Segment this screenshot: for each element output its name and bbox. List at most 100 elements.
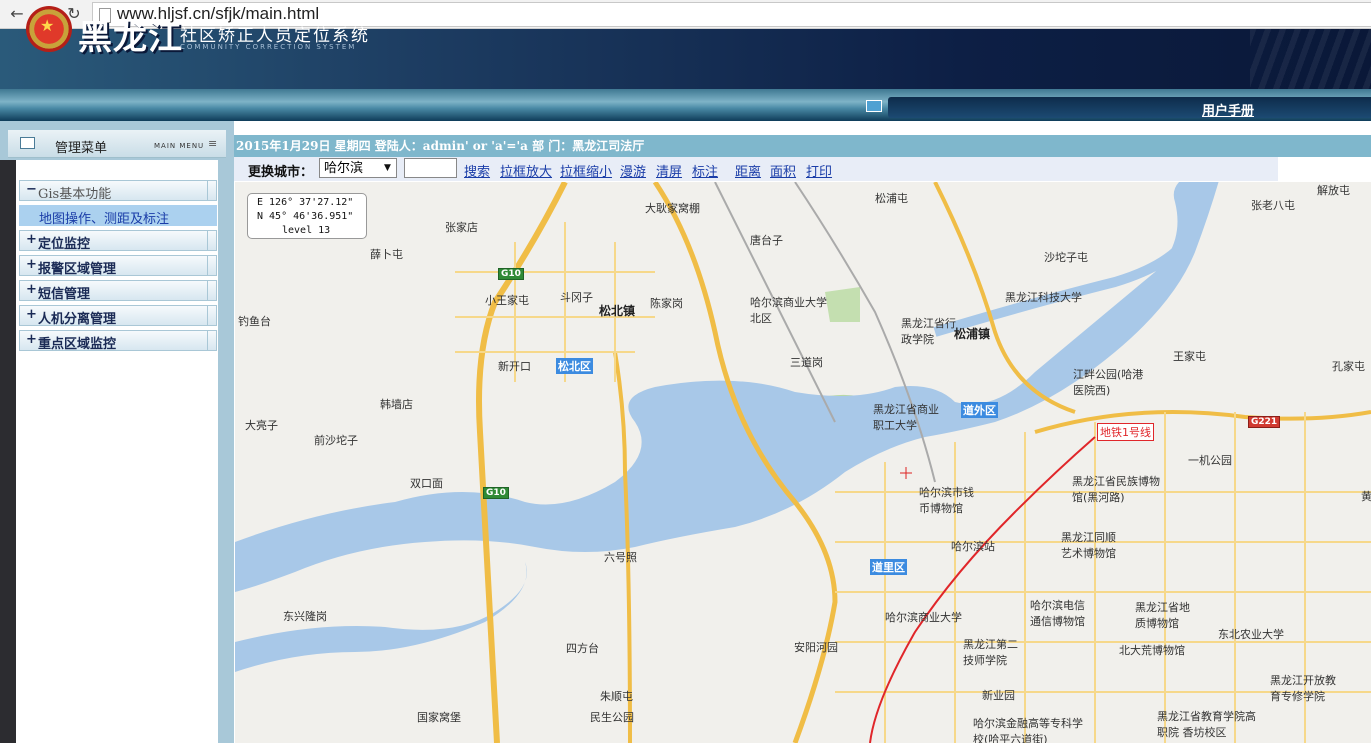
map-label: 黑龙江省民族博物馆(黑河路) <box>1072 475 1160 504</box>
map-label: 黑龙江开放教育专修学院 <box>1270 674 1336 703</box>
district-label: 松北区 <box>556 358 593 374</box>
expand-icon: + <box>26 282 37 297</box>
highway-shield: G10 <box>483 487 509 499</box>
menu-item-gis[interactable]: − Gis基本功能 <box>19 180 217 202</box>
map-label: 钓鱼台 <box>238 315 271 328</box>
map-label: 黑龙江省行政学院 <box>901 317 956 346</box>
menu-item-label: Gis基本功能 <box>38 187 112 202</box>
annotate-link[interactable]: 标注 <box>692 161 718 180</box>
menu-item-key-area[interactable]: + 重点区域监控 <box>19 330 217 352</box>
map-label: 薛卜屯 <box>370 248 403 261</box>
park-area <box>825 287 860 322</box>
menu-lines-icon[interactable]: ≡ <box>208 137 217 150</box>
menu-item-label: 定位监控 <box>38 237 91 252</box>
monitor-icon <box>866 100 882 112</box>
back-arrow-icon[interactable]: ← <box>6 3 28 25</box>
distance-link[interactable]: 距离 <box>735 161 761 180</box>
district-label: 道里区 <box>870 559 907 575</box>
banner-decoration <box>1250 29 1371 89</box>
map-label: 黑龙江省商业职工大学 <box>873 403 939 432</box>
map-label: 哈尔滨市钱币博物馆 <box>919 486 974 515</box>
highway-shield: G221 <box>1248 416 1281 428</box>
search-link[interactable]: 搜索 <box>464 161 490 180</box>
map-label: 小王家屯 <box>485 294 529 307</box>
map-label: 安阳河园 <box>794 641 838 654</box>
river-branch <box>235 562 527 672</box>
map-label: 孔家屯 <box>1332 360 1365 373</box>
map-label: 东兴隆岗 <box>283 610 327 623</box>
city-label: 更换城市： <box>248 165 314 180</box>
longitude-text: E 126° 37'27.12" <box>257 197 354 208</box>
map-label: 国家窝堡 <box>417 711 461 724</box>
expand-icon: + <box>26 332 37 347</box>
map-label: 黑龙江省地质博物馆 <box>1135 601 1190 630</box>
map-label: 黑龙江省教育学院高职院 香坊校区 <box>1157 710 1256 739</box>
menu-item-separation[interactable]: + 人机分离管理 <box>19 305 217 327</box>
area-link[interactable]: 面积 <box>770 161 796 180</box>
map-label: 新业园 <box>982 689 1015 702</box>
left-edge-strip <box>0 160 16 743</box>
expand-icon: + <box>26 232 37 247</box>
zoom-level-text: level 13 <box>282 225 331 236</box>
pan-link[interactable]: 漫游 <box>620 161 646 180</box>
map-label: 北大荒博物馆 <box>1119 644 1185 657</box>
map-label: 江畔公园(哈港医院西) <box>1073 368 1144 397</box>
map-label: 六号照 <box>604 551 637 564</box>
map-label: 四方台 <box>566 642 599 655</box>
map-label: 张家店 <box>445 221 478 234</box>
zoom-out-box-link[interactable]: 拉框缩小 <box>560 161 612 180</box>
panel-icon <box>20 137 35 149</box>
zoom-in-box-link[interactable]: 拉框放大 <box>500 161 552 180</box>
collapse-icon: − <box>26 182 37 197</box>
highway-shield: G10 <box>498 268 524 280</box>
menu-item-sms[interactable]: + 短信管理 <box>19 280 217 302</box>
map-label: 陈家岗 <box>650 297 683 310</box>
map-label: 沙坨子屯 <box>1044 251 1088 264</box>
submenu-label[interactable]: 地图操作、测距及标注 <box>39 208 169 227</box>
map-label: 哈尔滨电信通信博物馆 <box>1030 599 1085 628</box>
map-label: 黑龙江科技大学 <box>1005 291 1082 304</box>
user-manual-link[interactable]: 用户手册 <box>1202 100 1254 119</box>
map-label: 唐台子 <box>750 234 783 247</box>
clear-link[interactable]: 清屏 <box>656 161 682 180</box>
map-label: 前沙坨子 <box>314 434 358 447</box>
map-label: 松浦镇 <box>954 327 991 341</box>
map-label: 哈尔滨金融高等专科学校(哈平六道街) <box>973 717 1083 743</box>
menu-item-label: 人机分离管理 <box>38 312 117 327</box>
map-label: 哈尔滨商业大学北区 <box>750 296 827 325</box>
map-label: 朱顺屯 <box>600 690 633 703</box>
menu-item-label: 短信管理 <box>38 287 91 302</box>
map-label: 解放屯 <box>1317 184 1350 197</box>
star-icon: ★ <box>40 16 55 35</box>
search-input[interactable] <box>404 158 457 178</box>
login-info: 2015年1月29日 星期四 登陆人：admin' or 'a'='a 部 门：… <box>236 139 645 153</box>
menu-title: 管理菜单 <box>55 141 108 156</box>
map-label: 大亮子 <box>245 419 278 432</box>
road-g221 <box>1034 410 1371 434</box>
map-label: 哈尔滨商业大学 <box>885 611 962 624</box>
menu-item-label: 重点区域监控 <box>38 337 117 352</box>
map-label: 张老八屯 <box>1251 199 1295 212</box>
expand-icon: + <box>26 257 37 272</box>
menu-item-alarm-area[interactable]: + 报警区域管理 <box>19 255 217 277</box>
chevron-down-icon[interactable]: ▼ <box>384 163 391 173</box>
map-label: 三道岗 <box>790 356 823 369</box>
map-label: 新开口 <box>498 360 531 373</box>
map-label: 黑龙江同顺艺术博物馆 <box>1061 531 1116 560</box>
map-label: 韩墙店 <box>380 398 413 411</box>
map-label: 一机公园 <box>1188 454 1232 467</box>
map-label: 松北镇 <box>599 304 636 318</box>
manual-bar <box>888 97 1371 118</box>
brand-logo: 黑龙江 <box>78 18 183 58</box>
metro-label: 地铁1号线 <box>1097 423 1154 441</box>
location-crosshair <box>900 467 912 479</box>
menu-item-label: 报警区域管理 <box>38 262 117 277</box>
menu-item-location-monitor[interactable]: + 定位监控 <box>19 230 217 252</box>
map-canvas[interactable]: 松浦屯 大耿家窝棚 唐台子 张家店 薛卜屯 小王家屯 斗冈子 陈家岗 松北镇 哈… <box>235 182 1371 743</box>
highway-g10 <box>476 182 568 743</box>
expand-icon: + <box>26 307 37 322</box>
map-label: 黄 <box>1361 490 1371 503</box>
map-label: 斗冈子 <box>560 291 593 304</box>
map-label: 东北农业大学 <box>1218 628 1284 641</box>
print-link[interactable]: 打印 <box>806 161 832 180</box>
